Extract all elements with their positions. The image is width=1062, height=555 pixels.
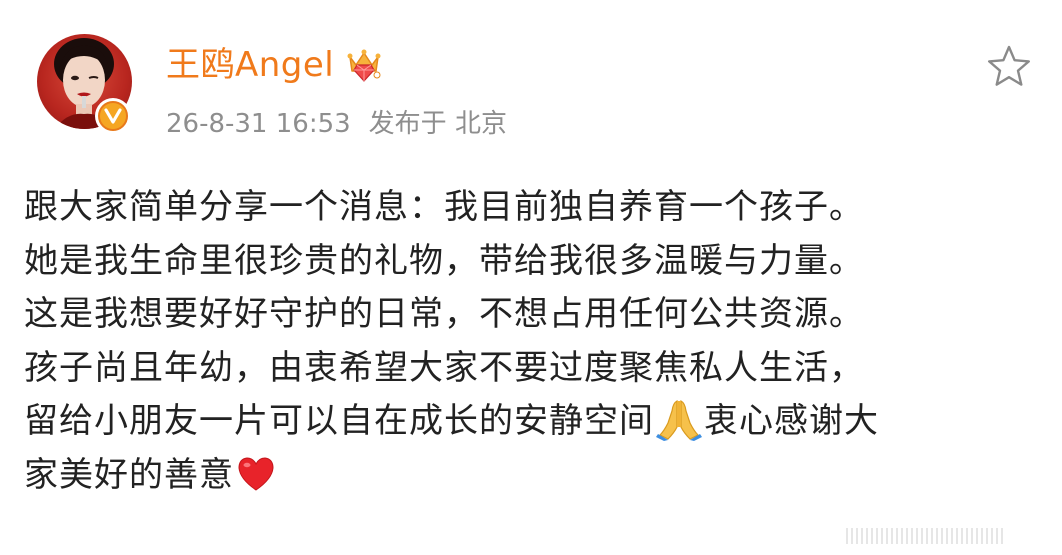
verified-v-icon [98, 101, 128, 131]
location-prefix: 发布于 [368, 109, 447, 139]
crown-icon [347, 49, 381, 82]
watermark [846, 528, 1046, 544]
post-content: 跟大家简单分享一个消息：我目前独自养育一个孩子。 她是我生命里很珍贵的礼物，带给… [24, 181, 1034, 502]
post-text-segment: 衷心感谢大 [704, 401, 879, 441]
star-outline-icon[interactable] [986, 44, 1032, 88]
weibo-post-card: 王鸥Angel 26-8-31 16:53 发布于 北京 跟大家简单分享一个消息：… [0, 0, 1062, 555]
verified-badge [95, 98, 131, 134]
post-timestamp: 26-8-31 16:53 [166, 109, 351, 139]
red-heart-emoji-icon [238, 456, 274, 491]
post-text-line: 这是我想要好好守护的日常，不想占用任何公共资源。 [24, 294, 864, 334]
post-text-segment: 家美好的善意 [24, 454, 234, 495]
post-meta: 26-8-31 16:53 发布于 北京 [166, 104, 507, 144]
post-text-line: 她是我生命里很珍贵的礼物，带给我很多温暖与力量。 [24, 240, 864, 281]
post-location: 北京 [454, 109, 507, 139]
post-text-line: 孩子尚且年幼，由衷希望大家不要过度聚焦私人生活， [24, 347, 864, 388]
username-row: 王鸥Angel [166, 40, 384, 90]
post-text-line: 跟大家简单分享一个消息：我目前独自养育一个孩子。 [24, 187, 864, 227]
post-text-segment: 留给小朋友一片可以自在成长的安静空间 [24, 401, 654, 441]
username[interactable]: 王鸥Angel [166, 40, 334, 90]
post-text-line: 家美好的善意 [24, 449, 1034, 503]
folded-hands-emoji-icon [656, 400, 702, 441]
post-text-line: 留给小朋友一片可以自在成长的安静空间 衷心感谢大 [24, 395, 1034, 449]
